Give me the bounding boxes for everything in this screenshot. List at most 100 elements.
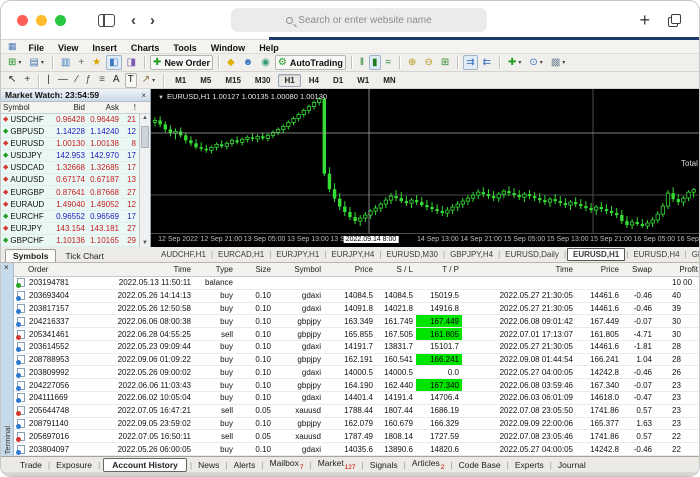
- terminal-button[interactable]: ◧: [106, 55, 122, 70]
- market-watch-column-ask[interactable]: Ask: [87, 103, 121, 112]
- close-icon[interactable]: ×: [4, 263, 9, 272]
- chart-area[interactable]: ▼ EURUSD,H1 1.00127 1.00135 1.00080 1.001…: [151, 89, 699, 247]
- timeframe-button-m1[interactable]: M1: [169, 74, 192, 87]
- column-header-time[interactable]: Time: [462, 263, 576, 276]
- market-watch-row-eurgbp[interactable]: ◆ EURGBP 0.87641 0.87668 27: [1, 186, 150, 199]
- fibonacci-button[interactable]: ƒ: [83, 73, 95, 88]
- column-header-size[interactable]: Size: [236, 263, 274, 276]
- zoom-out-button[interactable]: ⊖: [421, 55, 435, 70]
- cursor-button[interactable]: ↖: [5, 73, 19, 88]
- timeframe-button-m30[interactable]: M30: [249, 74, 277, 87]
- arrows-button[interactable]: ↗ ▾: [139, 73, 158, 88]
- column-header-type[interactable]: Type: [194, 263, 236, 276]
- menu-item-tools[interactable]: Tools: [166, 43, 203, 53]
- profiles-button[interactable]: ▤ ▾: [26, 55, 46, 70]
- market-watch-tab-tick-chart[interactable]: Tick Chart: [58, 250, 110, 262]
- column-header-tp[interactable]: T / P: [416, 263, 462, 276]
- auto-scroll-button[interactable]: ⇉: [463, 55, 478, 70]
- metaeditor-button[interactable]: ◆: [224, 55, 238, 70]
- table-row[interactable]: 204227056 2022.06.06 11:03:43 buy 0.10 gbpjp…: [14, 379, 699, 393]
- column-header-sl[interactable]: S / L: [376, 263, 416, 276]
- market-watch-row-usdcad[interactable]: ◆ USDCAD 1.32668 1.32685 17: [1, 162, 150, 175]
- market-watch-row-usdjpy[interactable]: ◆ USDJPY 142.953 142.970 17: [1, 150, 150, 163]
- market-watch-column-symbol[interactable]: Symbol: [1, 103, 53, 112]
- market-watch-column-[interactable]: !: [121, 103, 138, 112]
- zoom-in-button[interactable]: ⊕: [405, 55, 419, 70]
- channel-button[interactable]: ≡: [96, 73, 108, 88]
- table-row[interactable]: 203614552 2022.05.23 09:09:44 buy 0.10 gdaxi…: [14, 341, 699, 354]
- templates-button[interactable]: ▩ ▾: [548, 55, 568, 70]
- trendline-button[interactable]: ∕: [73, 73, 81, 88]
- terminal-tab-signals[interactable]: Signals: [365, 460, 403, 470]
- market-watch-tab-symbols[interactable]: Symbols: [5, 249, 57, 262]
- zoom-window-button[interactable]: [55, 14, 66, 26]
- data-window-button[interactable]: +: [75, 55, 87, 70]
- market-watch-row-eurjpy[interactable]: ◆ EURJPY 143.154 143.181 27: [1, 223, 150, 235]
- label-button[interactable]: T: [124, 72, 137, 88]
- timeframe-button-d1[interactable]: D1: [327, 74, 349, 87]
- vertical-line-button[interactable]: |: [44, 73, 53, 88]
- market-watch-column-bid[interactable]: Bid: [53, 103, 87, 112]
- periods-button[interactable]: ⊙ ▾: [526, 55, 545, 70]
- timeframe-button-h4[interactable]: H4: [303, 74, 325, 87]
- table-row[interactable]: 203804097 2022.05.26 06:00:05 buy 0.10 gdaxi…: [14, 443, 699, 456]
- strategy-tester-button[interactable]: ◨: [124, 55, 139, 70]
- navigator-button[interactable]: ★: [89, 55, 104, 70]
- close-window-button[interactable]: [17, 14, 28, 26]
- minimize-window-button[interactable]: [36, 14, 47, 26]
- new-chart-button[interactable]: ⊞ ▾: [5, 55, 24, 70]
- scroll-thumb[interactable]: [141, 126, 149, 148]
- terminal-tab-exposure[interactable]: Exposure: [51, 460, 97, 470]
- market-watch-row-gbpusd[interactable]: ◆ GBPUSD 1.14228 1.14240 12: [1, 126, 150, 139]
- column-header-time[interactable]: Time: [100, 263, 194, 276]
- column-header-swap[interactable]: Swap: [622, 263, 655, 276]
- tile-windows-button[interactable]: ⊞: [438, 55, 452, 70]
- chart-tab-eurusd-daily[interactable]: EURUSD,Daily: [501, 250, 563, 259]
- chart-tab-audchf-h1[interactable]: AUDCHF,H1: [157, 250, 210, 259]
- menu-item-window[interactable]: Window: [204, 43, 252, 53]
- market-watch-row-usdchf[interactable]: ◆ USDCHF 0.96428 0.96449 21: [1, 114, 150, 127]
- column-header-order[interactable]: Order: [14, 263, 100, 276]
- terminal-tab-mailbox[interactable]: Mailbox7: [265, 458, 309, 471]
- crosshair-button[interactable]: +: [21, 73, 33, 88]
- autotrading-button[interactable]: ⚙ AutoTrading: [274, 55, 346, 70]
- table-row[interactable]: 208791140 2022.09.05 23:59:02 buy 0.10 gbpjp…: [14, 418, 699, 431]
- back-button[interactable]: ‹: [131, 13, 136, 28]
- address-bar[interactable]: Search or enter website name: [231, 8, 487, 32]
- horizontal-line-button[interactable]: —: [55, 73, 71, 88]
- menu-item-help[interactable]: Help: [252, 43, 286, 53]
- terminal-tab-experts[interactable]: Experts: [510, 460, 549, 470]
- chart-tab-eurusd-h4[interactable]: EURUSD,H4: [629, 250, 683, 259]
- scroll-up-icon[interactable]: ▲: [140, 115, 150, 121]
- timeframe-button-h1[interactable]: H1: [278, 73, 301, 87]
- community-button[interactable]: ◉: [258, 55, 273, 70]
- timeframe-button-w1[interactable]: W1: [351, 74, 375, 87]
- table-row[interactable]: 203693404 2022.05.26 14:14:13 buy 0.10 gdaxi…: [14, 290, 699, 303]
- market-watch-row-audusd[interactable]: ◆ AUDUSD 0.67174 0.67187 13: [1, 174, 150, 187]
- terminal-tab-news[interactable]: News: [193, 460, 224, 470]
- timeframe-button-mn[interactable]: MN: [377, 74, 401, 87]
- menu-item-file[interactable]: File: [22, 43, 52, 53]
- column-header-price[interactable]: Price: [576, 263, 622, 276]
- line-chart-button[interactable]: ≈: [383, 55, 395, 70]
- timeframe-button-m5[interactable]: M5: [194, 74, 217, 87]
- sidebar-toggle-icon[interactable]: [98, 13, 115, 27]
- chart-collapse-icon[interactable]: ▼: [158, 95, 164, 101]
- timeframe-button-m15[interactable]: M15: [219, 74, 247, 87]
- table-row[interactable]: 204111669 2022.06.02 10:05:04 buy 0.10 gdaxi…: [14, 392, 699, 405]
- chart-tab-eurcad-h1[interactable]: EURCAD,H1: [214, 250, 268, 259]
- new-order-button[interactable]: ✚ New Order: [150, 55, 213, 70]
- chart-shift-button[interactable]: ⇇: [480, 55, 494, 70]
- terminal-tab-trade[interactable]: Trade: [15, 460, 47, 470]
- tab-overview-icon[interactable]: [668, 13, 681, 27]
- terminal-tab-journal[interactable]: Journal: [553, 460, 591, 470]
- experts-button[interactable]: ☻: [240, 55, 257, 70]
- table-row[interactable]: 204216337 2022.06.06 08:00:38 buy 0.10 gbpjp…: [14, 315, 699, 329]
- chart-tab-gbpjpy-h1[interactable]: GBPJPY,H1: [688, 250, 699, 259]
- new-tab-button[interactable]: +: [639, 11, 650, 29]
- market-watch-row-gbpchf[interactable]: ◆ GBPCHF 1.10136 1.10165 29: [1, 235, 150, 247]
- market-watch-row-eurusd[interactable]: ◆ EURUSD 1.00130 1.00138 8: [1, 138, 150, 151]
- indicators-button[interactable]: ✚ ▾: [505, 55, 524, 70]
- bar-chart-button[interactable]: ‖: [357, 55, 367, 70]
- terminal-tab-market[interactable]: Market127: [313, 458, 361, 471]
